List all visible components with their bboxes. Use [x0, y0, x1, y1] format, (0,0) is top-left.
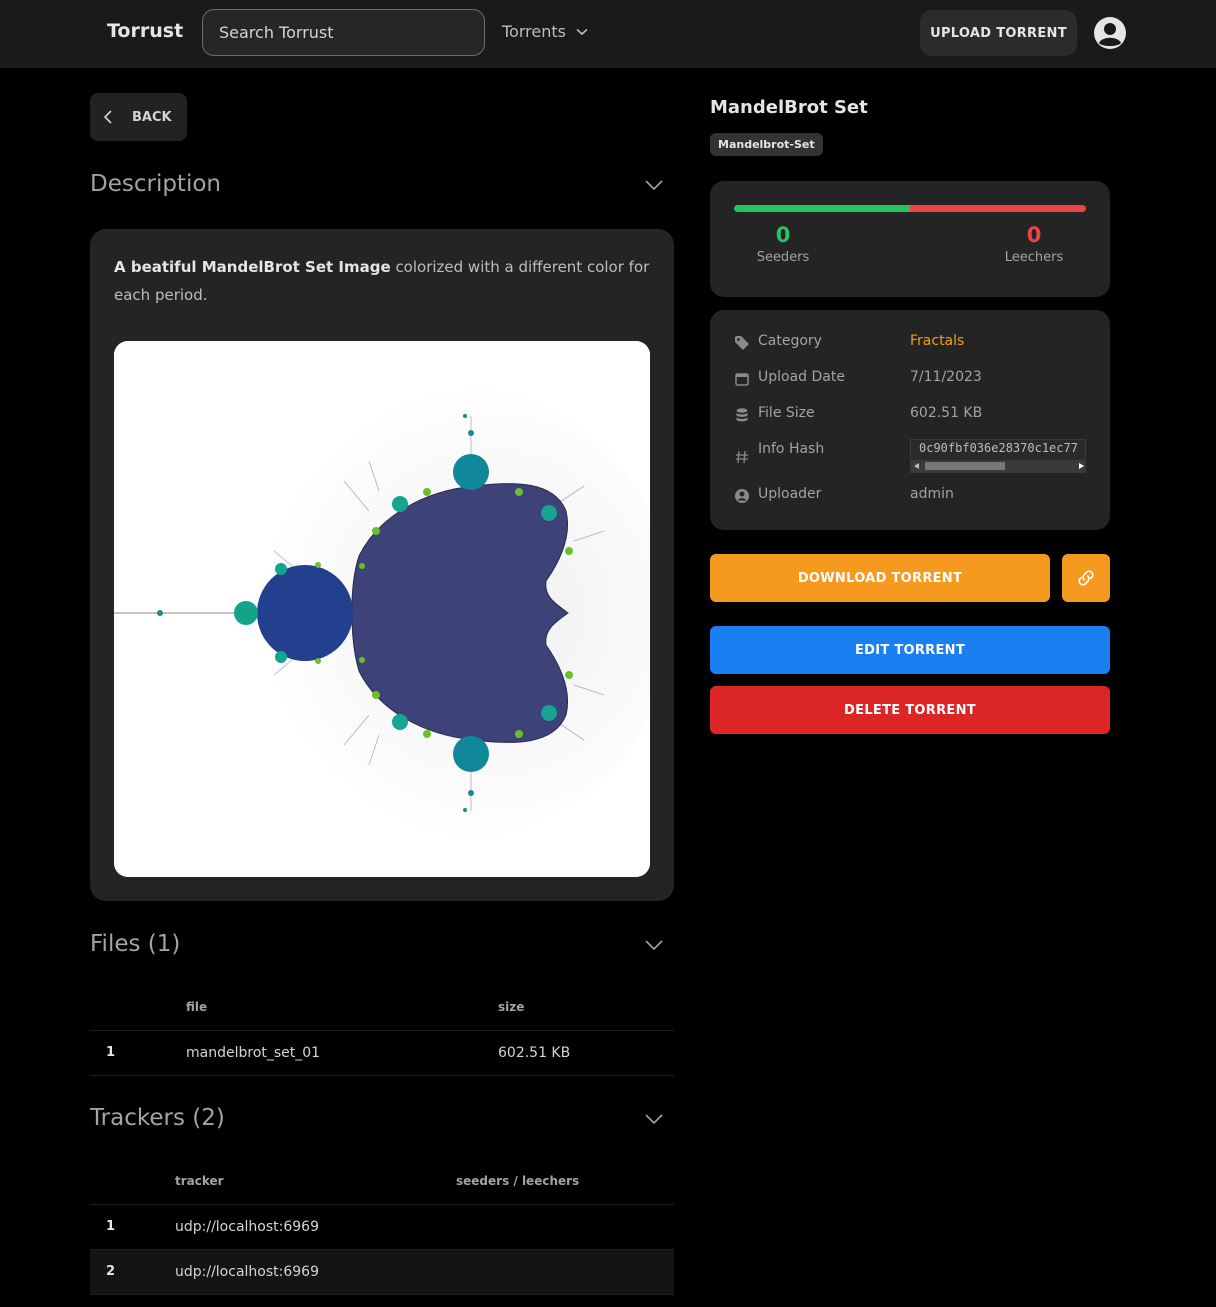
leechers-count: 0	[1026, 223, 1042, 247]
info-row-uploader: Uploader admin	[734, 484, 1086, 508]
seeders-label: Seeders	[756, 250, 810, 265]
chevron-down-icon	[576, 28, 588, 35]
database-icon	[736, 408, 748, 422]
file-index: 1	[106, 1045, 116, 1060]
file-name: mandelbrot_set_01	[186, 1045, 321, 1061]
scroll-left-arrow-icon[interactable]	[914, 463, 919, 469]
files-col-size: size	[498, 1000, 525, 1014]
description-collapse-chevron-icon[interactable]	[644, 179, 664, 191]
calendar-icon	[735, 373, 749, 386]
torrent-tag[interactable]: Mandelbrot-Set	[710, 133, 823, 156]
leechers-label: Leechers	[1004, 250, 1064, 265]
file-size-value: 602.51 KB	[910, 405, 983, 421]
tracker-url: udp://localhost:6969	[175, 1219, 319, 1235]
file-size-label: File Size	[758, 405, 815, 421]
info-row-category: Category Fractals	[734, 331, 1086, 355]
info-hash-scrollbar[interactable]	[911, 460, 1085, 472]
description-text: A beatiful MandelBrot Set Image colorize…	[114, 253, 654, 309]
trackers-heading: Trackers (2)	[90, 1105, 225, 1131]
uploader-value: admin	[910, 486, 954, 502]
torrents-dropdown-label: Torrents	[502, 22, 566, 41]
upload-date-value: 7/11/2023	[910, 369, 982, 385]
back-button-label: BACK	[132, 109, 172, 125]
seeders-leechers-ratio-bar	[734, 205, 1086, 212]
category-label: Category	[758, 333, 822, 349]
search-input[interactable]	[202, 9, 485, 56]
tag-icon	[735, 336, 749, 350]
category-link[interactable]: Fractals	[910, 333, 964, 349]
info-hash-value: 0c90fbf036e28370c1ec77	[919, 441, 1078, 455]
user-circle-icon	[735, 489, 749, 503]
upload-torrent-button[interactable]: UPLOAD TORRENT	[920, 10, 1077, 56]
magnet-link-button[interactable]	[1062, 554, 1110, 602]
back-button[interactable]: BACK	[90, 93, 187, 141]
top-navbar: Torrust Torrents UPLOAD TORRENT	[0, 0, 1216, 68]
table-row[interactable]: 1 udp://localhost:6969	[90, 1205, 674, 1250]
mandelbrot-image	[114, 341, 650, 877]
table-row[interactable]: 1 mandelbrot_set_01 602.51 KB	[90, 1031, 674, 1076]
leechers-stat: 0 Leechers	[989, 223, 1079, 265]
torrents-dropdown[interactable]: Torrents	[502, 22, 588, 41]
mandelbrot-fractal-graphic	[114, 341, 650, 877]
files-collapse-chevron-icon[interactable]	[644, 939, 664, 951]
trackers-table-header: tracker seeders / leechers	[90, 1160, 674, 1205]
peers-card: 0 Seeders 0 Leechers	[710, 181, 1110, 297]
hash-icon	[736, 450, 748, 464]
info-hash-label: Info Hash	[758, 441, 825, 457]
description-bold-text: A beatiful MandelBrot Set Image	[114, 258, 391, 276]
seeders-stat: 0 Seeders	[738, 223, 828, 265]
files-table: file size 1 mandelbrot_set_01 602.51 KB	[90, 986, 674, 1076]
scroll-right-arrow-icon[interactable]	[1079, 463, 1084, 469]
description-card: A beatiful MandelBrot Set Image colorize…	[90, 229, 674, 901]
info-hash-field[interactable]: 0c90fbf036e28370c1ec77	[910, 439, 1086, 473]
leechers-bar	[910, 205, 1086, 212]
file-size: 602.51 KB	[498, 1045, 571, 1061]
uploader-label: Uploader	[758, 486, 822, 502]
link-icon	[1078, 570, 1094, 586]
delete-torrent-button[interactable]: DELETE TORRENT	[710, 686, 1110, 734]
tracker-index: 2	[106, 1264, 116, 1279]
files-col-file: file	[186, 1000, 208, 1014]
tracker-index: 1	[106, 1219, 116, 1234]
info-row-info-hash: Info Hash 0c90fbf036e28370c1ec77	[734, 439, 1086, 475]
trackers-col-tracker: tracker	[175, 1174, 224, 1188]
torrent-info-card: Category Fractals Upload Date 7/11/2023 …	[710, 310, 1110, 530]
edit-torrent-button[interactable]: EDIT TORRENT	[710, 626, 1110, 674]
trackers-collapse-chevron-icon[interactable]	[644, 1113, 664, 1125]
files-heading: Files (1)	[90, 931, 181, 957]
scrollbar-thumb[interactable]	[925, 462, 1005, 470]
torrent-title: MandelBrot Set	[710, 97, 868, 118]
download-torrent-button[interactable]: DOWNLOAD TORRENT	[710, 554, 1050, 602]
files-table-header: file size	[90, 986, 674, 1031]
table-row[interactable]: 2 udp://localhost:6969	[90, 1250, 674, 1295]
info-row-upload-date: Upload Date 7/11/2023	[734, 367, 1086, 391]
chevron-left-icon	[104, 110, 112, 124]
tracker-url: udp://localhost:6969	[175, 1264, 319, 1280]
trackers-table: tracker seeders / leechers 1 udp://local…	[90, 1160, 674, 1295]
info-row-file-size: File Size 602.51 KB	[734, 403, 1086, 427]
upload-date-label: Upload Date	[758, 369, 845, 385]
trackers-col-seeders-leechers: seeders / leechers	[456, 1174, 580, 1188]
seeders-count: 0	[775, 223, 791, 247]
seeders-bar	[734, 205, 910, 212]
description-heading: Description	[90, 171, 221, 197]
user-avatar-icon[interactable]	[1093, 16, 1127, 50]
brand-logo[interactable]: Torrust	[107, 20, 183, 42]
